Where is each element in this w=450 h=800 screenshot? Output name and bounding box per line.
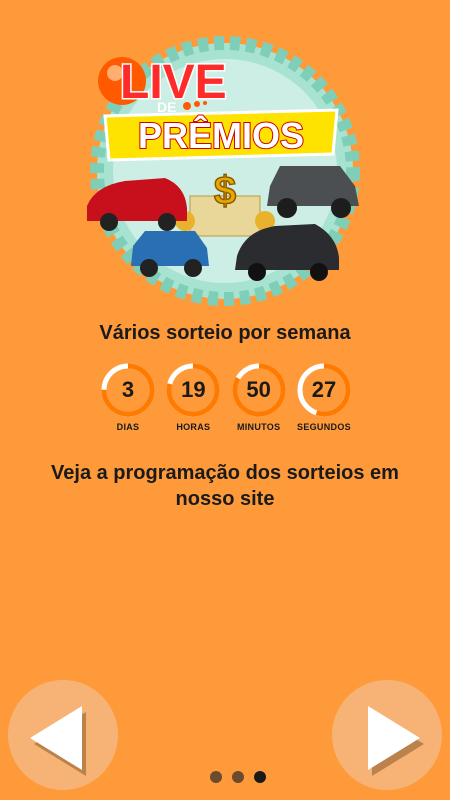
svg-text:DE: DE: [157, 99, 176, 115]
countdown-ring: 19: [165, 362, 221, 418]
countdown-label: MINUTOS: [236, 422, 281, 432]
countdown-days: 3 DIAS: [100, 362, 156, 442]
triangle-right-icon: [368, 706, 424, 776]
countdown-value: 3: [121, 377, 135, 402]
page-indicator: [210, 771, 266, 785]
schedule-message: Veja a programação dos sorteios em nosso…: [51, 462, 399, 510]
countdown-ring: 50: [231, 362, 287, 418]
previous-button[interactable]: [8, 680, 118, 790]
countdown-timer: 3 DIAS 19 HORAS 50 MINUTOS 27 SEGUNDOS: [100, 362, 352, 442]
countdown-label: DIAS: [116, 422, 140, 432]
headline: Vários sorteio por semana: [99, 322, 351, 344]
countdown-label: HORAS: [176, 422, 211, 432]
countdown-value: 19: [181, 377, 206, 402]
dollar-sign: $: [214, 169, 236, 213]
countdown-seconds: 27 SEGUNDOS: [296, 362, 352, 442]
page-dot[interactable]: [232, 771, 244, 783]
countdown-label: SEGUNDOS: [297, 422, 351, 432]
triangle-left-icon: [30, 706, 86, 776]
countdown-ring: 3: [100, 362, 156, 418]
countdown-ring: 27: [296, 362, 352, 418]
live-de-premios-logo: $ LIVE DE PRÊMIOS: [75, 26, 375, 306]
countdown-value: 50: [246, 377, 271, 402]
countdown-value: 27: [311, 377, 337, 402]
page-dot[interactable]: [210, 771, 222, 783]
svg-text:PRÊMIOS: PRÊMIOS: [138, 114, 304, 156]
countdown-hours: 19 HORAS: [165, 362, 221, 442]
next-button[interactable]: [332, 680, 442, 790]
countdown-minutes: 50 MINUTOS: [231, 362, 287, 442]
page-dot[interactable]: [254, 771, 266, 783]
